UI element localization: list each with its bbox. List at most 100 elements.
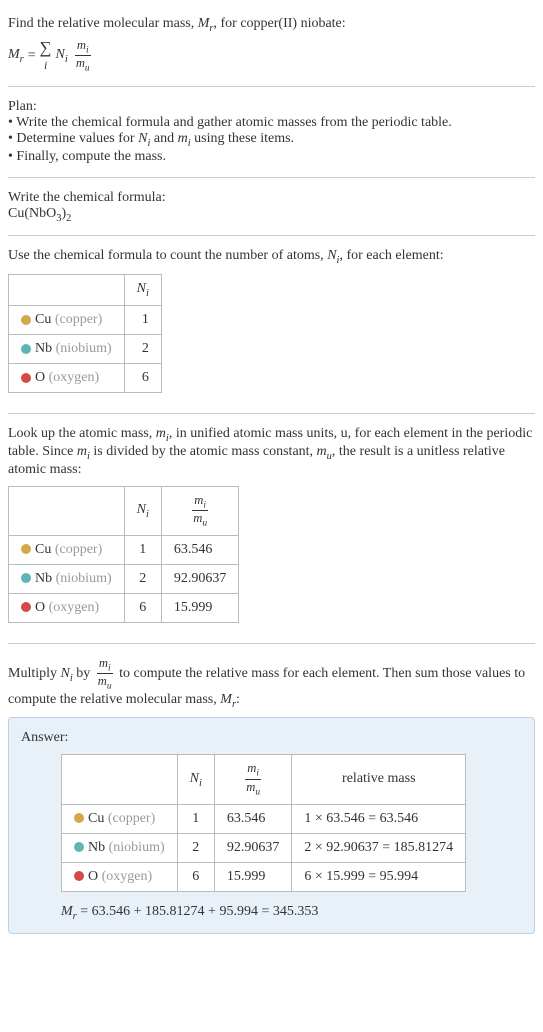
ni-term: Ni xyxy=(56,47,68,65)
formula-title: Write the chemical formula: xyxy=(8,190,535,206)
element-symbol: Nb xyxy=(35,341,52,356)
n-value: 2 xyxy=(124,564,161,593)
intro-line1: Find the relative molecular mass, xyxy=(8,16,198,31)
table-2: Ni mi mu Cu (copper) 1 63.546 Nb (niobiu… xyxy=(8,486,239,623)
multiply-text: Multiply Ni by mimu to compute the relat… xyxy=(8,656,535,710)
element-symbol: O xyxy=(35,370,45,385)
element-dot-icon xyxy=(74,871,84,881)
element-symbol: Cu xyxy=(35,542,51,557)
table-row: O (oxygen) 6 xyxy=(9,364,162,393)
element-dot-icon xyxy=(21,544,31,554)
n-value: 6 xyxy=(124,364,161,393)
m-value: 63.546 xyxy=(214,804,292,833)
table2-header-mimu: mi mu xyxy=(161,486,239,535)
element-name: (oxygen) xyxy=(49,370,100,385)
table-row: Nb (niobium) 2 92.90637 2 × 92.90637 = 1… xyxy=(62,833,466,862)
multiply-section: Multiply Ni by mimu to compute the relat… xyxy=(8,648,535,943)
answer-header-rel: relative mass xyxy=(292,755,466,804)
element-symbol: Cu xyxy=(35,312,51,327)
n-value: 1 xyxy=(124,306,161,335)
n-value: 2 xyxy=(124,335,161,364)
plan-item-2: Determine values for Ni and mi using the… xyxy=(8,131,535,149)
divider xyxy=(8,86,535,87)
element-name: (oxygen) xyxy=(102,869,153,884)
rel-value: 6 × 15.999 = 95.994 xyxy=(292,862,466,891)
intro-text: Find the relative molecular mass, Mr, fo… xyxy=(8,16,535,34)
element-dot-icon xyxy=(21,344,31,354)
final-result: Mr = 63.546 + 185.81274 + 95.994 = 345.3… xyxy=(61,904,522,922)
element-symbol: O xyxy=(35,600,45,615)
table2-header-ni: Ni xyxy=(124,486,161,535)
answer-header-element xyxy=(62,755,178,804)
table-row: O (oxygen) 6 15.999 6 × 15.999 = 95.994 xyxy=(62,862,466,891)
plan-title: Plan: xyxy=(8,99,535,115)
mi-mu-fraction: mi mu xyxy=(74,38,92,74)
mr-symbol: Mr xyxy=(198,16,214,31)
table-row: Nb (niobium) 2 xyxy=(9,335,162,364)
n-value: 2 xyxy=(177,833,214,862)
element-symbol: O xyxy=(88,869,98,884)
table-row: Nb (niobium) 2 92.90637 xyxy=(9,564,239,593)
element-name: (copper) xyxy=(55,542,102,557)
count-intro: Use the chemical formula to count the nu… xyxy=(8,248,535,266)
mr-lhs: Mr xyxy=(8,47,24,65)
m-value: 92.90637 xyxy=(214,833,292,862)
element-dot-icon xyxy=(21,602,31,612)
m-value: 15.999 xyxy=(161,593,239,622)
equals-sign: = xyxy=(28,48,36,64)
element-name: (niobium) xyxy=(56,341,112,356)
table2-header-element xyxy=(9,486,125,535)
element-symbol: Cu xyxy=(88,811,104,826)
lookup-section: Look up the atomic mass, mi, in unified … xyxy=(8,418,535,639)
sigma-symbol: ∑ i xyxy=(40,38,52,73)
table-1: Ni Cu (copper) 1 Nb (niobium) 2 O (oxyge… xyxy=(8,274,162,393)
answer-title: Answer: xyxy=(21,730,522,746)
table-row: Cu (copper) 1 63.546 xyxy=(9,535,239,564)
n-value: 6 xyxy=(177,862,214,891)
element-dot-icon xyxy=(21,573,31,583)
count-section: Use the chemical formula to count the nu… xyxy=(8,240,535,409)
element-dot-icon xyxy=(21,315,31,325)
element-name: (niobium) xyxy=(109,840,165,855)
intro-section: Find the relative molecular mass, Mr, fo… xyxy=(8,8,535,82)
plan-list: Write the chemical formula and gather at… xyxy=(8,115,535,165)
divider xyxy=(8,643,535,644)
divider xyxy=(8,235,535,236)
element-name: (copper) xyxy=(55,312,102,327)
element-dot-icon xyxy=(74,842,84,852)
formula-section: Write the chemical formula: Cu(NbO3)2 xyxy=(8,182,535,232)
answer-box: Answer: Ni mi mu relative mass Cu (coppe… xyxy=(8,717,535,934)
divider xyxy=(8,413,535,414)
element-name: (oxygen) xyxy=(49,600,100,615)
element-symbol: Nb xyxy=(88,840,105,855)
table-row: Cu (copper) 1 63.546 1 × 63.546 = 63.546 xyxy=(62,804,466,833)
plan-item-1: Write the chemical formula and gather at… xyxy=(8,115,535,131)
table1-header-ni: Ni xyxy=(124,275,161,306)
element-dot-icon xyxy=(74,813,84,823)
element-name: (niobium) xyxy=(56,571,112,586)
chemical-formula: Cu(NbO3)2 xyxy=(8,206,535,224)
lookup-text: Look up the atomic mass, mi, in unified … xyxy=(8,426,535,478)
rel-value: 1 × 63.546 = 63.546 xyxy=(292,804,466,833)
rel-value: 2 × 92.90637 = 185.81274 xyxy=(292,833,466,862)
answer-header-mimu: mi mu xyxy=(214,755,292,804)
plan-section: Plan: Write the chemical formula and gat… xyxy=(8,91,535,173)
table-row: O (oxygen) 6 15.999 xyxy=(9,593,239,622)
element-dot-icon xyxy=(21,373,31,383)
answer-header-ni: Ni xyxy=(177,755,214,804)
divider xyxy=(8,177,535,178)
intro-line1b: , for copper(II) niobate: xyxy=(214,16,346,31)
table-row: Cu (copper) 1 xyxy=(9,306,162,335)
m-value: 63.546 xyxy=(161,535,239,564)
element-name: (copper) xyxy=(108,811,155,826)
table1-header-element xyxy=(9,275,125,306)
main-equation: Mr = ∑ i Ni mi mu xyxy=(8,38,535,74)
plan-item-3: Finally, compute the mass. xyxy=(8,149,535,165)
n-value: 1 xyxy=(124,535,161,564)
n-value: 1 xyxy=(177,804,214,833)
element-symbol: Nb xyxy=(35,571,52,586)
answer-table: Ni mi mu relative mass Cu (copper) 1 63.… xyxy=(61,754,466,891)
m-value: 15.999 xyxy=(214,862,292,891)
m-value: 92.90637 xyxy=(161,564,239,593)
n-value: 6 xyxy=(124,593,161,622)
